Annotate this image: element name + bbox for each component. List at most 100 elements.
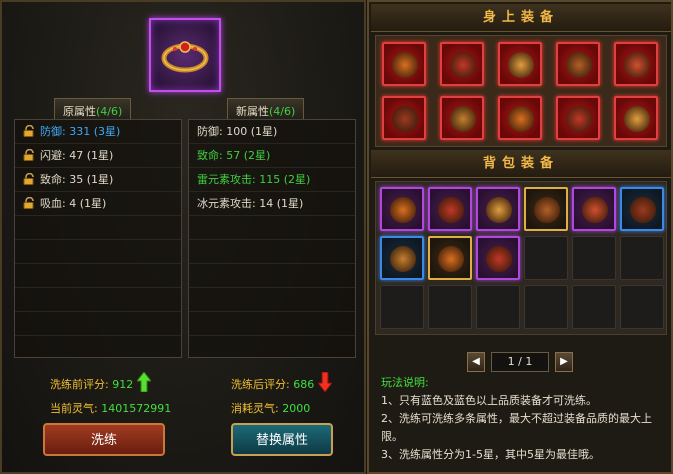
rule-line-1: 1、只有蓝色及蓝色以上品质装备才可洗练。: [381, 394, 597, 407]
equipment-item-icon: [508, 106, 534, 132]
prev-page-button[interactable]: ◀: [467, 352, 485, 372]
equipment-slot[interactable]: [440, 96, 484, 140]
equipped-grid: [375, 35, 667, 147]
equipment-slot[interactable]: [556, 96, 600, 140]
equipment-slot[interactable]: [382, 42, 426, 86]
selected-equipment-slot[interactable]: [149, 18, 221, 92]
arrow-up-icon: [135, 371, 152, 393]
attribute-row: 防御: 331 (3星): [15, 120, 181, 144]
equipment-item-icon: [624, 106, 650, 132]
empty-slot[interactable]: [476, 285, 520, 329]
refine-panel: 原属性(4/6) 新属性(4/6) 防御: 331 (3星) 闪避: 47 (1星…: [0, 0, 366, 474]
bag-grid: [375, 181, 667, 335]
rules-description: 玩法说明: 1、只有蓝色及蓝色以上品质装备才可洗练。 2、洗练可洗练多条属性，最…: [381, 374, 669, 464]
score-before-label: 洗练前评分:: [50, 378, 109, 391]
equipment-item-icon: [450, 106, 476, 132]
equipment-slot[interactable]: [614, 96, 658, 140]
equipment-slot[interactable]: [620, 187, 664, 231]
lock-icon[interactable]: [23, 173, 36, 185]
empty-slot[interactable]: [620, 236, 664, 280]
equipment-item-icon: [392, 106, 418, 132]
attribute-row: [189, 216, 355, 240]
arrow-down-icon: [316, 371, 333, 393]
attribute-text: 雷元素攻击: 115 (2星): [197, 173, 311, 186]
equipped-section-title: 身上装备: [371, 4, 671, 32]
equipment-item-icon: [450, 52, 476, 78]
empty-slot[interactable]: [524, 285, 568, 329]
spirit-cost: 消耗灵气: 2000: [231, 400, 310, 416]
equipment-slot[interactable]: [572, 187, 616, 231]
equipment-item-icon: [566, 52, 592, 78]
lock-icon[interactable]: [23, 149, 36, 161]
empty-slot[interactable]: [524, 236, 568, 280]
page-indicator: 1 / 1: [491, 352, 549, 372]
equipment-slot[interactable]: [614, 42, 658, 86]
equipment-slot[interactable]: [380, 236, 424, 280]
new-attribute-list: 防御: 100 (1星) 致命: 57 (2星) 雷元素攻击: 115 (2星) 冰元…: [188, 119, 356, 358]
equipment-slot[interactable]: [428, 236, 472, 280]
attribute-row: [189, 240, 355, 264]
attribute-text: 致命: 35 (1星): [40, 173, 114, 186]
equipment-item-icon: [566, 106, 592, 132]
next-page-button[interactable]: ▶: [555, 352, 573, 372]
attribute-row: [189, 264, 355, 288]
attribute-row: [15, 216, 181, 240]
equipment-item-icon: [486, 246, 512, 272]
attribute-row: [15, 312, 181, 336]
attribute-row: [15, 288, 181, 312]
tab-new-count: (4/6): [269, 105, 296, 118]
attribute-text: 致命: 57 (2星): [197, 149, 271, 162]
attribute-row: 闪避: 47 (1星): [15, 144, 181, 168]
attribute-row: [15, 264, 181, 288]
bag-section-title: 背包装备: [371, 150, 671, 178]
spirit-label: 当前灵气:: [50, 402, 98, 415]
empty-slot[interactable]: [380, 285, 424, 329]
equipment-item-icon: [486, 197, 512, 223]
equipment-item-icon: [390, 246, 416, 272]
equipment-item-icon: [508, 52, 534, 78]
score-after-label: 洗练后评分:: [231, 378, 290, 391]
attribute-text: 吸血: 4 (1星): [40, 197, 107, 210]
equipment-item-icon: [582, 197, 608, 223]
tab-original-count: (4/6): [96, 105, 123, 118]
equipment-slot[interactable]: [556, 42, 600, 86]
equipment-slot[interactable]: [380, 187, 424, 231]
current-spirit: 当前灵气: 1401572991: [50, 400, 171, 416]
equipment-slot[interactable]: [382, 96, 426, 140]
attribute-text: 防御: 100 (1星): [197, 125, 278, 138]
equipment-item-icon: [392, 52, 418, 78]
equipment-slot[interactable]: [476, 236, 520, 280]
equipment-slot[interactable]: [524, 187, 568, 231]
cost-label: 消耗灵气:: [231, 402, 279, 415]
equipment-item-icon: [624, 52, 650, 78]
replace-attributes-button[interactable]: 替换属性: [231, 423, 333, 456]
attribute-row: 雷元素攻击: 115 (2星): [189, 168, 355, 192]
equipment-item-icon: [534, 197, 560, 223]
tab-new-attributes[interactable]: 新属性(4/6): [227, 98, 305, 120]
lock-icon[interactable]: [23, 197, 36, 209]
equipment-slot[interactable]: [498, 96, 542, 140]
rule-line-3: 3、洗练属性分为1-5星，其中5星为最佳哦。: [381, 448, 600, 461]
equipment-slot[interactable]: [428, 187, 472, 231]
tab-original-label: 原属性: [63, 105, 96, 118]
empty-slot[interactable]: [572, 236, 616, 280]
equipment-slot[interactable]: [498, 42, 542, 86]
tab-new-label: 新属性: [236, 105, 269, 118]
attribute-row: 致命: 57 (2星): [189, 144, 355, 168]
empty-slot[interactable]: [572, 285, 616, 329]
refine-button[interactable]: 洗练: [43, 423, 165, 456]
attribute-row: 吸血: 4 (1星): [15, 192, 181, 216]
equipment-item-icon: [438, 246, 464, 272]
attribute-text: 防御: 331 (3星): [40, 125, 121, 138]
lock-icon[interactable]: [23, 125, 36, 137]
equipment-slot[interactable]: [476, 187, 520, 231]
ring-icon: [161, 41, 209, 73]
empty-slot[interactable]: [620, 285, 664, 329]
attribute-row: 冰元素攻击: 14 (1星): [189, 192, 355, 216]
equipment-slot[interactable]: [440, 42, 484, 86]
spirit-value: 1401572991: [101, 402, 172, 415]
tab-original-attributes[interactable]: 原属性(4/6): [54, 98, 132, 120]
empty-slot[interactable]: [428, 285, 472, 329]
cost-value: 2000: [282, 402, 311, 415]
score-before: 洗练前评分: 912: [50, 371, 152, 395]
